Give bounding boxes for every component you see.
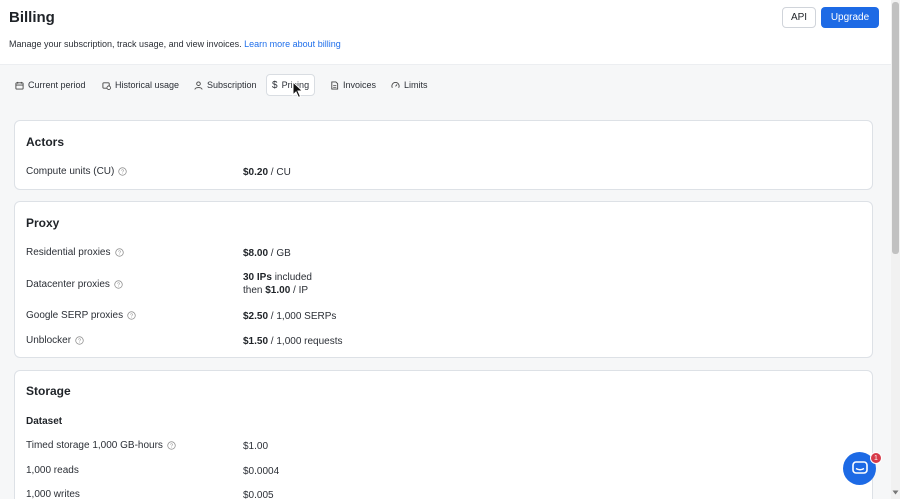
vertical-scrollbar[interactable] — [891, 0, 900, 499]
calendar-clock-icon — [102, 81, 111, 90]
datacenter-included-line: 30 IPs included — [243, 271, 312, 284]
price: $1.00 — [265, 285, 291, 296]
help-icon[interactable]: ? — [75, 336, 84, 345]
row-label-text: 1,000 reads — [26, 465, 79, 476]
compute-units-value: $0.20 / CU — [243, 166, 291, 179]
chat-notification-badge: 1 — [870, 452, 882, 464]
card-title: Storage — [26, 384, 71, 398]
google-serp-proxies-label: Google SERP proxies ? — [26, 310, 136, 321]
svg-text:?: ? — [130, 314, 133, 320]
billing-page: Billing Manage your subscription, track … — [0, 0, 891, 499]
datacenter-proxies-value: 30 IPs included then $1.00 / IP — [243, 271, 312, 297]
tab-pricing[interactable]: $ Pricing — [266, 74, 316, 96]
page-title: Billing — [9, 9, 55, 26]
google-serp-proxies-value: $2.50 / 1,000 SERPs — [243, 310, 336, 323]
unit: / 1,000 SERPs — [268, 311, 337, 322]
tab-invoices[interactable]: Invoices — [325, 74, 381, 96]
row-label-text: 1,000 writes — [26, 489, 80, 499]
tab-label: Current period — [28, 80, 86, 90]
gauge-icon — [391, 81, 400, 88]
timed-storage-label: Timed storage 1,000 GB-hours ? — [26, 440, 176, 451]
tab-subscription[interactable]: Subscription — [189, 74, 262, 96]
svg-text:?: ? — [170, 444, 173, 450]
price: $1.50 — [243, 336, 269, 347]
ips: 30 IPs — [243, 272, 272, 283]
mouse-cursor-icon — [292, 81, 304, 99]
svg-text:?: ? — [117, 283, 120, 289]
dataset-label: Dataset — [26, 416, 63, 427]
scroll-down-icon[interactable] — [892, 489, 899, 496]
proxy-card: Proxy Residential proxies ? $8.00 / GB D… — [14, 201, 873, 358]
row-label-text: Compute units (CU) — [26, 166, 115, 177]
subtitle-text: Manage your subscription, track usage, a… — [9, 39, 242, 49]
dollar-icon: $ — [272, 79, 278, 91]
tab-label: Invoices — [343, 80, 377, 90]
svg-text:?: ? — [118, 251, 121, 257]
row-label-text: Timed storage 1,000 GB-hours — [26, 440, 163, 451]
row-label-text: Datacenter proxies — [26, 279, 110, 290]
svg-text:?: ? — [78, 339, 81, 345]
reads-label: 1,000 reads — [26, 465, 79, 476]
tab-label: Limits — [404, 80, 428, 90]
row-label-text: Unblocker — [26, 335, 72, 346]
price: $8.00 — [243, 248, 269, 259]
unblocker-label: Unblocker ? — [26, 335, 84, 346]
reads-value: $0.0004 — [243, 466, 280, 477]
unblocker-value: $1.50 / 1,000 requests — [243, 335, 343, 348]
actors-card: Actors Compute units (CU) ? $0.20 / CU — [14, 120, 873, 190]
document-icon — [331, 80, 339, 90]
calendar-icon — [15, 81, 24, 90]
residential-proxies-label: Residential proxies ? — [26, 247, 124, 258]
help-icon[interactable]: ? — [118, 167, 127, 176]
help-icon[interactable]: ? — [127, 311, 136, 320]
pricing-content: Actors Compute units (CU) ? $0.20 / CU P… — [0, 104, 891, 499]
writes-value: $0.005 — [243, 490, 274, 499]
then: then — [243, 285, 266, 296]
datacenter-then-line: then $1.00 / IP — [243, 284, 312, 297]
compute-units-label: Compute units (CU) ? — [26, 166, 127, 177]
storage-card: Storage Dataset Timed storage 1,000 GB-h… — [14, 370, 873, 499]
unit: / GB — [268, 248, 291, 259]
residential-proxies-value: $8.00 / GB — [243, 247, 291, 260]
learn-more-link[interactable]: Learn more about billing — [244, 39, 341, 49]
row-label-text: Google SERP proxies — [26, 310, 124, 321]
unit: / CU — [268, 167, 291, 178]
upgrade-button[interactable]: Upgrade — [821, 7, 879, 28]
row-label-text: Residential proxies — [26, 247, 111, 258]
tab-limits[interactable]: Limits — [386, 74, 433, 96]
unit: / IP — [290, 285, 309, 296]
unit: / 1,000 requests — [268, 336, 343, 347]
tabs-bar: Current period Historical usage Subscrip… — [0, 64, 891, 104]
api-button[interactable]: API — [782, 7, 816, 28]
timed-storage-value: $1.00 — [243, 441, 269, 452]
svg-text:?: ? — [121, 170, 124, 176]
included: included — [271, 272, 312, 283]
card-title: Proxy — [26, 216, 60, 230]
tab-label: Historical usage — [115, 80, 180, 90]
tab-current-period[interactable]: Current period — [10, 74, 91, 96]
help-icon[interactable]: ? — [114, 280, 123, 289]
scrollbar-thumb[interactable] — [892, 2, 899, 254]
datacenter-proxies-label: Datacenter proxies ? — [26, 279, 123, 290]
card-title: Actors — [26, 135, 65, 149]
tab-historical-usage[interactable]: Historical usage — [97, 74, 184, 96]
help-icon[interactable]: ? — [114, 248, 124, 257]
page-header: Billing Manage your subscription, track … — [0, 0, 891, 64]
price: $2.50 — [243, 311, 269, 322]
page-subtitle: Manage your subscription, track usage, a… — [9, 39, 341, 49]
user-icon — [194, 80, 203, 90]
tab-label: Subscription — [207, 80, 257, 90]
writes-label: 1,000 writes — [26, 489, 80, 499]
price: $0.20 — [243, 167, 269, 178]
chat-icon — [851, 461, 868, 474]
help-icon[interactable]: ? — [167, 441, 176, 450]
